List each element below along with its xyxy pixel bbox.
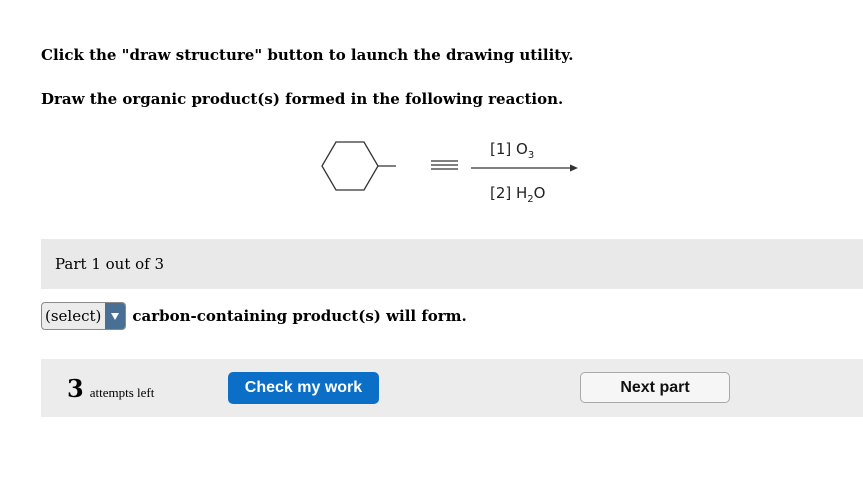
question-row: (select) carbon-containing product(s) wi… bbox=[41, 302, 467, 330]
next-part-button[interactable]: Next part bbox=[580, 372, 730, 403]
select-value: (select) bbox=[45, 307, 102, 325]
instruction-draw-structure: Click the "draw structure" button to lau… bbox=[41, 46, 574, 64]
triple-bond bbox=[431, 160, 458, 170]
cyclohexane-ring bbox=[321, 141, 379, 191]
question-suffix: carbon-containing product(s) will form. bbox=[132, 307, 467, 325]
part-header: Part 1 out of 3 bbox=[41, 239, 863, 289]
reagent-ozone: [1] O3 bbox=[490, 140, 534, 161]
check-my-work-button[interactable]: Check my work bbox=[228, 372, 379, 404]
reagent-water: [2] H2O bbox=[490, 184, 545, 205]
reaction-scheme: [1] O3 [2] H2O bbox=[321, 140, 578, 205]
action-bar: 3 attempts left Check my work Next part bbox=[41, 359, 863, 417]
attempts-count: 3 bbox=[67, 374, 84, 403]
attempts-label: attempts left bbox=[89, 385, 155, 400]
reaction-arrow bbox=[471, 164, 578, 172]
attempts-indicator: 3 attempts left bbox=[67, 374, 154, 403]
product-count-select[interactable]: (select) bbox=[41, 302, 127, 330]
part-label: Part 1 out of 3 bbox=[55, 255, 165, 273]
question-prompt: Draw the organic product(s) formed in th… bbox=[41, 90, 564, 108]
chevron-down-icon[interactable] bbox=[105, 303, 126, 329]
